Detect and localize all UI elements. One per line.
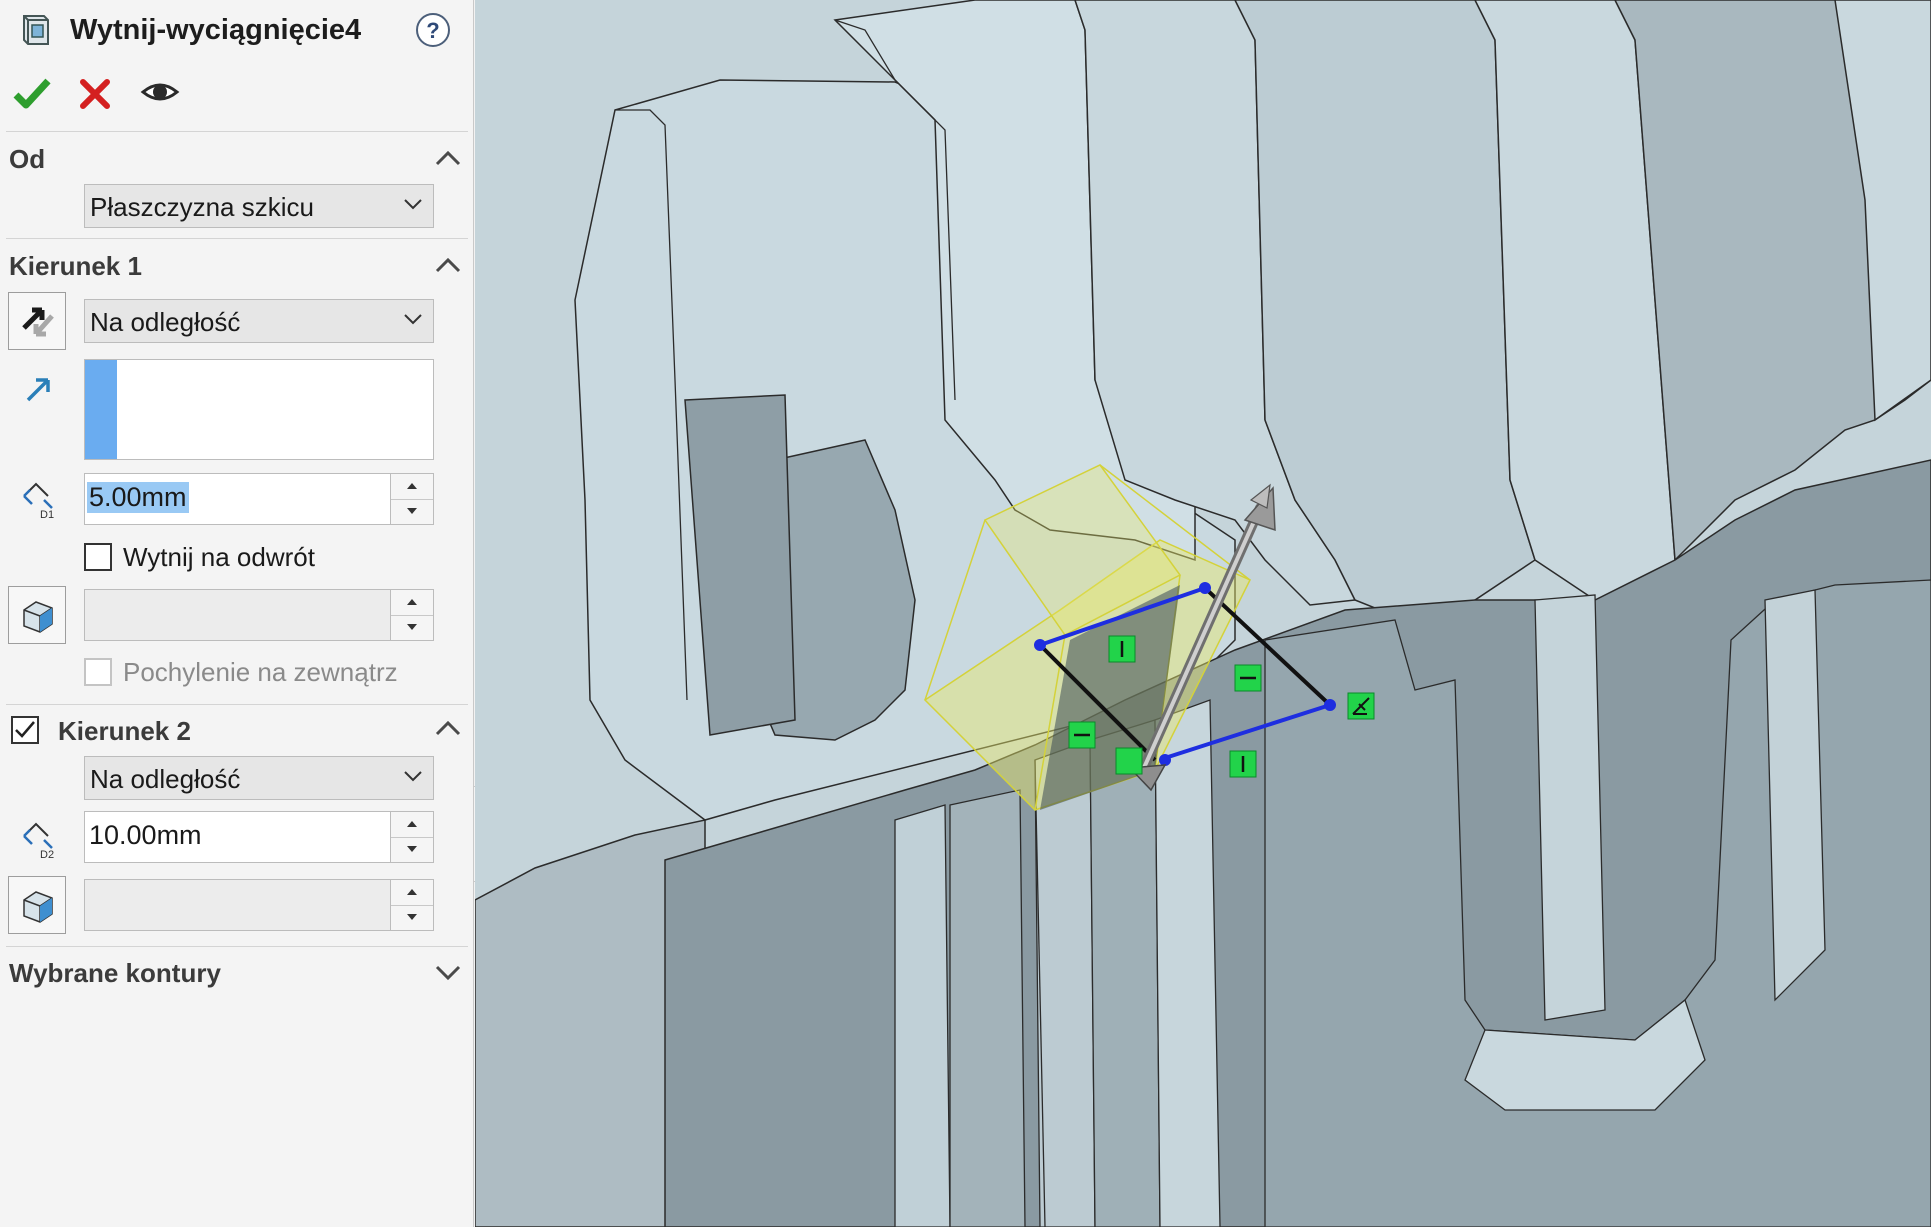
chevron-down-icon xyxy=(404,314,422,325)
depth-d2-icon: D2 xyxy=(23,822,54,860)
draft-spinner xyxy=(390,880,433,930)
depth-spinner xyxy=(390,474,433,524)
spin-up-button[interactable] xyxy=(391,474,433,500)
property-manager: Wytnij-wyciągnięcie4 ? Od Płaszczyzna sz… xyxy=(0,0,474,1227)
spin-down-button[interactable] xyxy=(391,615,433,640)
spin-up-button[interactable] xyxy=(391,812,433,838)
od-select-value: Płaszczyzna szkicu xyxy=(90,192,314,222)
svg-text:D1: D1 xyxy=(40,509,54,520)
section-contours-header: Wybrane kontury xyxy=(9,958,221,988)
separator xyxy=(6,238,468,239)
section-kierunek2-header: Kierunek 2 xyxy=(58,716,191,746)
eye-icon xyxy=(140,83,180,101)
kierunek2-depth-value: 10.00mm xyxy=(89,820,202,850)
flip-side-label: Wytnij na odwrót xyxy=(123,542,315,572)
spin-down-button[interactable] xyxy=(391,837,433,862)
reverse-direction-icon xyxy=(22,307,54,337)
separator xyxy=(6,704,468,705)
chevron-up-icon[interactable] xyxy=(434,718,462,738)
feature-title: Wytnij-wyciągnięcie4 xyxy=(70,14,362,46)
kierunek1-draft-input[interactable] xyxy=(84,589,434,641)
kierunek2-end-condition-value: Na odległość xyxy=(90,764,241,794)
kierunek1-depth-input[interactable]: 5.00mm xyxy=(84,473,434,525)
help-icon[interactable]: ? xyxy=(415,12,451,48)
graphics-area[interactable] xyxy=(475,0,1931,1227)
spin-up-button[interactable] xyxy=(391,590,433,616)
section-od-header: Od xyxy=(9,144,46,174)
separator xyxy=(6,131,468,132)
separator xyxy=(6,946,468,947)
chevron-up-icon[interactable] xyxy=(434,148,462,168)
draft-outward-label: Pochylenie na zewnątrz xyxy=(123,657,398,687)
chevron-up-icon[interactable] xyxy=(434,255,462,275)
close-icon xyxy=(80,79,110,109)
draft-toggle-button[interactable] xyxy=(8,586,66,644)
svg-text:?: ? xyxy=(426,18,439,43)
direction-selection-box[interactable] xyxy=(84,359,434,460)
checkmark-icon xyxy=(15,721,35,738)
checkmark-icon xyxy=(13,78,51,109)
kierunek2-draft-input[interactable] xyxy=(84,879,434,931)
selection-indicator xyxy=(85,360,117,459)
kierunek1-end-condition-select[interactable]: Na odległość xyxy=(84,299,434,343)
kierunek1-end-condition-value: Na odległość xyxy=(90,307,241,337)
cut-extrude-icon xyxy=(18,12,54,48)
section-kierunek1-header: Kierunek 1 xyxy=(9,251,142,281)
direction-arrow-icon xyxy=(26,378,50,402)
draft-icon xyxy=(23,891,53,923)
od-select[interactable]: Płaszczyzna szkicu xyxy=(84,184,434,228)
chevron-down-icon xyxy=(404,771,422,782)
spin-up-button[interactable] xyxy=(391,880,433,906)
draft-toggle-button-2[interactable] xyxy=(8,876,66,934)
kierunek1-depth-value: 5.00mm xyxy=(87,482,189,513)
preview-button[interactable] xyxy=(140,78,180,106)
kierunek2-depth-input[interactable]: 10.00mm xyxy=(84,811,434,863)
depth-d1-icon: D1 xyxy=(23,482,54,520)
ok-button[interactable] xyxy=(12,73,52,113)
chevron-down-icon[interactable] xyxy=(434,962,462,982)
spin-down-button[interactable] xyxy=(391,905,433,930)
kierunek2-end-condition-select[interactable]: Na odległość xyxy=(84,756,434,800)
spin-down-button[interactable] xyxy=(391,499,433,524)
svg-text:D2: D2 xyxy=(40,849,54,860)
model-view xyxy=(475,0,1931,1227)
chevron-down-icon xyxy=(404,199,422,210)
flip-side-checkbox[interactable] xyxy=(84,543,112,571)
draft-spinner xyxy=(390,590,433,640)
kierunek2-checkbox[interactable] xyxy=(11,716,39,744)
depth-spinner xyxy=(390,812,433,862)
draft-icon xyxy=(23,601,53,633)
cancel-button[interactable] xyxy=(77,76,113,112)
reverse-direction-button[interactable] xyxy=(8,292,66,350)
draft-outward-checkbox[interactable] xyxy=(84,658,112,686)
